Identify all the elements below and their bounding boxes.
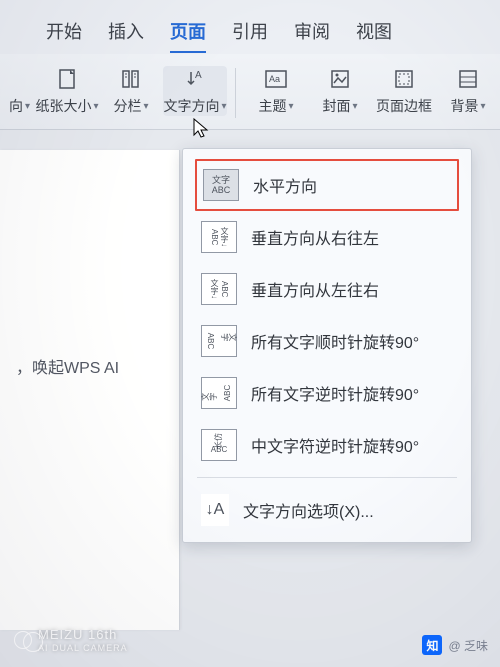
menu-label: 中文字符逆时针旋转90°: [251, 433, 419, 457]
chevron-down-icon: ▾: [94, 101, 99, 112]
chevron-down-icon: ▾: [480, 101, 485, 112]
tab-start[interactable]: 开始: [46, 18, 82, 44]
paper-size-label: 纸张大小: [36, 96, 92, 116]
orientation-label: 向: [9, 96, 23, 116]
phone-brand: MEIZU 16th: [38, 627, 117, 642]
text-direction-menu: 文字ABC 水平方向 ABC 文字↓ 垂直方向从右往左 文字↓ ABC 垂直方向…: [182, 148, 472, 543]
page-border-button[interactable]: 页面边框: [372, 66, 436, 116]
cover-button[interactable]: 封面▾: [308, 66, 372, 116]
page-border-label: 页面边框: [376, 96, 432, 116]
menu-item-direction-options[interactable]: ↓A 文字方向选项(X)...: [183, 484, 471, 536]
columns-icon: [118, 66, 144, 92]
background-icon: [455, 66, 481, 92]
phone-watermark: MEIZU 16th AI DUAL CAMERA: [14, 627, 128, 653]
chevron-down-icon: ▾: [222, 101, 227, 112]
cover-icon: [327, 66, 353, 92]
cover-label: 封面: [322, 96, 350, 116]
chevron-down-icon: ▾: [25, 101, 30, 112]
document-canvas[interactable]: ，唤起WPS AI: [0, 150, 180, 630]
orientation-button[interactable]: 向▾: [4, 66, 35, 116]
thumb-vertical-rtl-icon: ABC 文字↓: [201, 221, 237, 253]
menu-separator: [197, 477, 457, 478]
zhihu-watermark: 知 @ 乏味: [422, 635, 488, 655]
menu-label: 水平方向: [253, 173, 317, 197]
ribbon-separator: [235, 68, 236, 118]
columns-label: 分栏: [114, 96, 142, 116]
tab-review[interactable]: 审阅: [294, 18, 330, 44]
phone-sub: AI DUAL CAMERA: [38, 643, 128, 653]
paper-size-button[interactable]: 纸张大小▾: [35, 66, 99, 116]
text-direction-label: 文字方向: [164, 96, 220, 116]
chevron-down-icon: ▾: [288, 101, 293, 112]
ribbon: 向▾ 纸张大小▾ 分栏▾ A 文字方向▾ Aa 主题▾ 封面▾ 页面边框 背景▾: [0, 54, 500, 130]
orientation-icon: [7, 66, 33, 92]
tab-insert[interactable]: 插入: [108, 18, 144, 44]
menu-item-horizontal[interactable]: 文字ABC 水平方向: [195, 159, 459, 211]
thumb-rotate-cw-icon: ABC 文字: [201, 325, 237, 357]
page-border-icon: [391, 66, 417, 92]
theme-button[interactable]: Aa 主题▾: [244, 66, 308, 116]
menu-item-cjk-rotate-ccw[interactable]: 长仿 ABC 中文字符逆时针旋转90°: [183, 419, 471, 471]
thumb-vertical-ltr-icon: 文字↓ ABC: [201, 273, 237, 305]
chevron-down-icon: ▾: [144, 101, 149, 112]
text-direction-icon: A: [182, 66, 208, 92]
zhihu-username: @ 乏味: [448, 637, 488, 654]
chevron-down-icon: ▾: [352, 101, 357, 112]
ai-hint-text: ，唤起WPS AI: [16, 354, 119, 378]
thumb-cjk-rotate-icon: 长仿 ABC: [201, 429, 237, 461]
text-direction-button[interactable]: A 文字方向▾: [163, 66, 227, 116]
svg-text:A: A: [195, 70, 202, 81]
menu-label: 所有文字逆时针旋转90°: [251, 381, 419, 405]
columns-button[interactable]: 分栏▾: [99, 66, 163, 116]
thumb-horizontal-icon: 文字ABC: [203, 169, 239, 201]
thumb-rotate-ccw-icon: 文字 ABC: [201, 377, 237, 409]
svg-text:Aa: Aa: [269, 74, 280, 84]
background-label: 背景: [450, 96, 478, 116]
dual-camera-icon: [14, 631, 32, 649]
menu-label: 垂直方向从左往右: [251, 277, 379, 301]
menu-item-vertical-rtl[interactable]: ABC 文字↓ 垂直方向从右往左: [183, 211, 471, 263]
tab-bar: 开始 插入 页面 引用 审阅 视图: [0, 0, 500, 54]
zhihu-logo-icon: 知: [422, 635, 442, 655]
tab-reference[interactable]: 引用: [232, 18, 268, 44]
menu-item-vertical-ltr[interactable]: 文字↓ ABC 垂直方向从左往右: [183, 263, 471, 315]
background-button[interactable]: 背景▾: [436, 66, 500, 116]
theme-label: 主题: [258, 96, 286, 116]
paper-size-icon: [54, 66, 80, 92]
tab-page[interactable]: 页面: [170, 18, 206, 44]
text-direction-options-icon: ↓A: [201, 494, 229, 526]
menu-label: 所有文字顺时针旋转90°: [251, 329, 419, 353]
menu-item-rotate-cw[interactable]: ABC 文字 所有文字顺时针旋转90°: [183, 315, 471, 367]
menu-item-rotate-ccw[interactable]: 文字 ABC 所有文字逆时针旋转90°: [183, 367, 471, 419]
theme-icon: Aa: [263, 66, 289, 92]
menu-label: 文字方向选项(X)...: [243, 498, 374, 522]
menu-label: 垂直方向从右往左: [251, 225, 379, 249]
tab-view[interactable]: 视图: [356, 18, 392, 44]
